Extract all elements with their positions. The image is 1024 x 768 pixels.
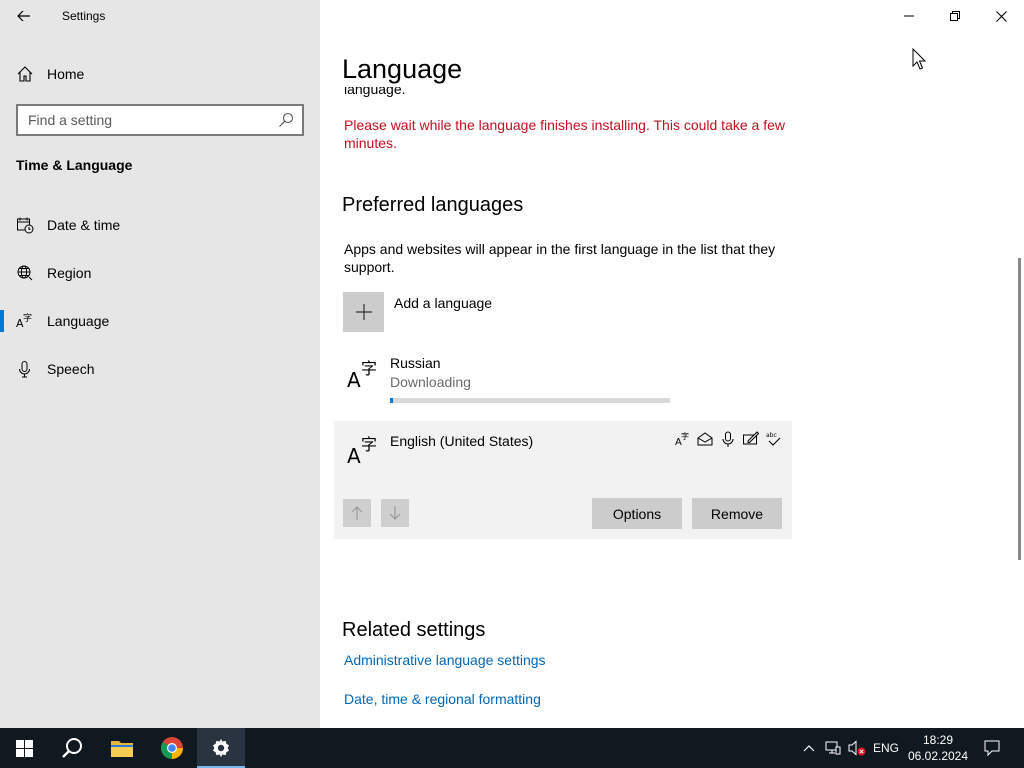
taskbar-search-button[interactable] [48,728,96,768]
sidebar-item-speech[interactable]: Speech [0,349,320,389]
search-icon[interactable] [278,112,294,128]
language-glyph-icon: A字 [347,359,377,391]
clock-time: 18:29 [922,733,954,747]
app-title: Settings [62,9,106,23]
sidebar-item-label: Language [47,313,110,329]
language-name: Russian [390,355,441,371]
regional-formatting-link[interactable]: Date, time & regional formatting [344,691,541,707]
network-tray-button[interactable] [822,728,844,768]
sidebar-item-label: Region [47,265,92,281]
network-icon [825,741,841,755]
move-up-button[interactable] [343,499,371,527]
svg-text:字: 字 [361,359,377,378]
clock-date: 06.02.2024 [907,749,969,763]
close-icon [995,10,1007,22]
chrome-icon [161,737,183,759]
svg-text:A: A [347,444,361,467]
page-title: Language [342,54,463,84]
search-icon [62,738,82,758]
volume-tray-button[interactable] [846,728,868,768]
arrow-up-icon [351,506,363,520]
language-name: English (United States) [390,433,534,449]
microphone-icon [16,360,34,378]
scrollbar[interactable] [1018,258,1021,560]
handwriting-icon [743,431,760,445]
display-language-icon: A字 [675,431,689,448]
minimize-icon [904,15,914,17]
chevron-up-icon [803,745,815,752]
move-down-button[interactable] [381,499,409,527]
sidebar-item-date-time[interactable]: Date & time [0,205,320,245]
plus-icon [343,292,384,332]
globe-icon [16,264,34,282]
close-button[interactable] [978,0,1024,32]
search-box[interactable] [16,104,304,136]
remove-button[interactable]: Remove [692,498,782,529]
taskbar: ENG 18:29 06.02.2024 [0,728,1024,768]
input-language-indicator[interactable]: ENG [870,728,902,768]
administrative-language-settings-link[interactable]: Administrative language settings [344,652,546,668]
download-progress-bar [390,398,670,403]
settings-icon [213,739,229,757]
home-icon [17,66,33,82]
calendar-clock-icon [16,216,34,234]
text-to-speech-icon [697,432,713,446]
clipped-description: language. [344,87,406,97]
file-explorer-button[interactable] [98,728,146,768]
language-glyph-icon: A字 [347,435,377,467]
language-icon: A字 [16,312,34,330]
language-item-english[interactable]: A字 English (United States) A字 abc Option… [334,421,792,539]
language-status: Downloading [390,374,471,390]
chrome-button[interactable] [148,728,196,768]
minimize-button[interactable] [886,0,932,32]
search-input[interactable] [18,106,268,134]
related-settings-heading: Related settings [342,619,486,641]
spellcheck-icon: abc [766,432,781,446]
taskbar-clock[interactable]: 18:29 06.02.2024 [902,732,974,764]
back-arrow-icon [17,10,30,22]
options-button[interactable]: Options [592,498,682,529]
sidebar-item-language[interactable]: A字 Language [0,301,320,341]
action-center-button[interactable] [978,728,1006,768]
preferred-languages-description: Apps and websites will appear in the fir… [344,241,776,275]
install-warning: Please wait while the language finishes … [344,117,785,151]
nav-home-label: Home [47,66,85,82]
start-button[interactable] [0,728,48,768]
mouse-cursor-icon [912,48,926,70]
restore-icon [950,11,960,21]
volume-muted-icon [848,740,866,756]
show-hidden-icons-button[interactable] [798,728,820,768]
nav-home[interactable]: Home [0,58,320,88]
svg-text:abc: abc [766,432,777,439]
section-title: Time & Language [16,157,133,173]
notifications-icon [984,740,1000,756]
navigation-pane: Settings Home Time & Language Date & tim… [0,0,320,728]
back-button[interactable] [12,4,36,28]
svg-text:字: 字 [23,312,32,324]
language-item-russian[interactable]: A字 Russian Downloading [343,352,783,408]
start-icon [15,739,33,757]
preferred-languages-heading: Preferred languages [342,194,524,216]
file-explorer-icon [111,741,133,757]
svg-text:字: 字 [681,431,689,441]
download-progress-fill [390,398,393,403]
sidebar-item-label: Date & time [47,217,121,233]
svg-text:字: 字 [361,435,377,454]
sidebar-item-label: Speech [47,361,95,377]
add-language-button[interactable]: Add a language [343,292,793,332]
speech-icon [722,431,734,447]
settings-taskbar-button[interactable] [197,728,245,768]
add-language-label: Add a language [394,295,493,311]
sidebar-item-region[interactable]: Region [0,253,320,293]
svg-text:A: A [347,368,361,391]
arrow-down-icon [389,506,401,520]
restore-button[interactable] [932,0,978,32]
